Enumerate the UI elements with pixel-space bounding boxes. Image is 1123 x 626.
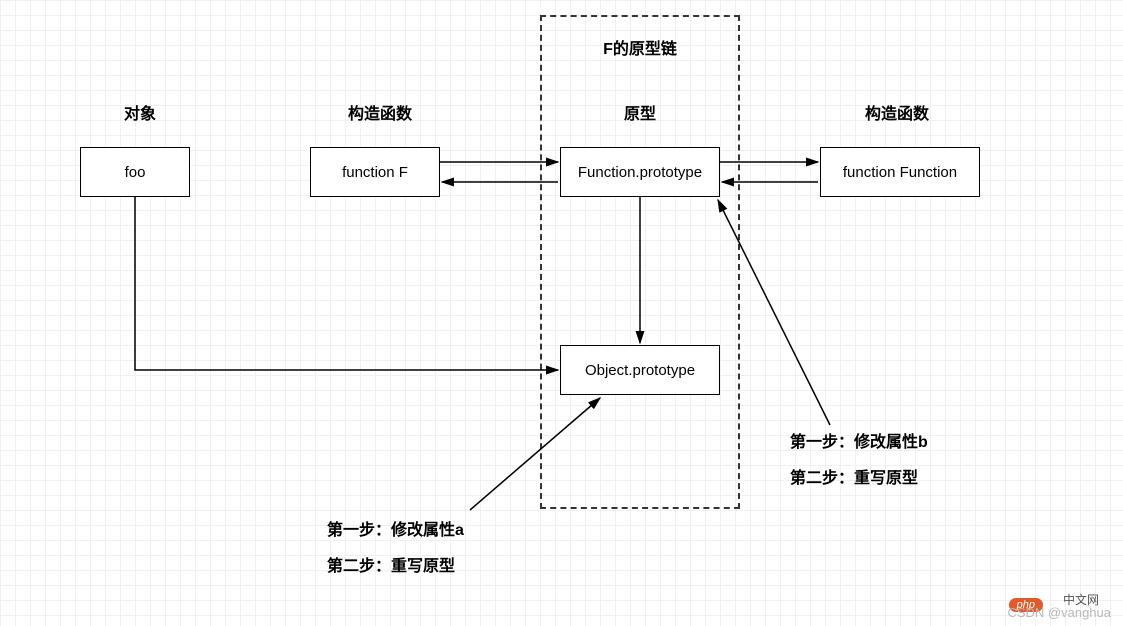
frame-title: F的原型链 — [540, 35, 740, 59]
header-object: 对象 — [90, 100, 190, 124]
header-constructor-right: 构造函数 — [822, 100, 972, 124]
annotation-left-line1: 第一步：修改属性a — [327, 520, 464, 542]
annotation-right-line1: 第一步：修改属性b — [790, 432, 928, 454]
header-prototype: 原型 — [540, 100, 740, 124]
box-foo: foo — [80, 147, 190, 197]
box-object-prototype: Object.prototype — [560, 345, 720, 395]
annotation-right: 第一步：修改属性b 第二步：重写原型 — [790, 432, 928, 491]
annotation-left-line2: 第二步：重写原型 — [327, 556, 464, 578]
box-function-prototype: Function.prototype — [560, 147, 720, 197]
box-function-f: function F — [310, 147, 440, 197]
watermark: CSDN @vanghua — [1007, 605, 1111, 620]
arrow-foo-to-objproto — [135, 197, 558, 370]
annotation-right-line2: 第二步：重写原型 — [790, 468, 928, 490]
box-function-function: function Function — [820, 147, 980, 197]
annotation-left: 第一步：修改属性a 第二步：重写原型 — [327, 520, 464, 579]
header-constructor-left: 构造函数 — [320, 100, 440, 124]
prototype-chain-frame — [540, 15, 740, 509]
